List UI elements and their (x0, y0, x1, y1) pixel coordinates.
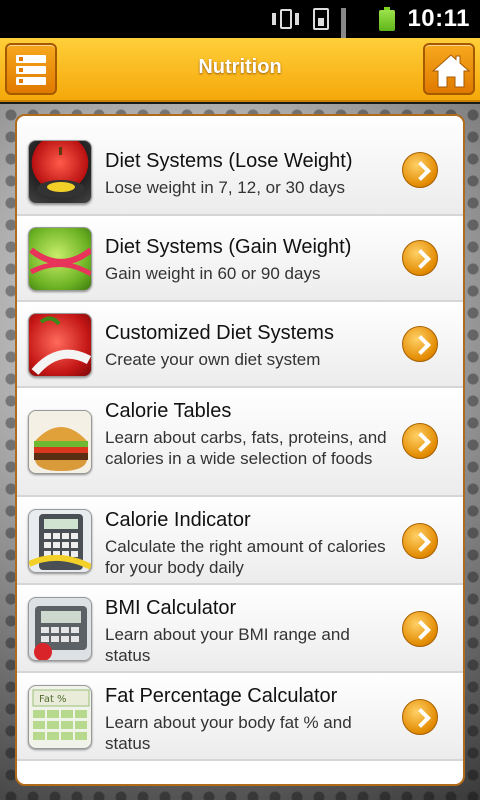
list-item-lose-weight[interactable]: Diet Systems (Lose Weight) Lose weight i… (17, 116, 463, 216)
item-title: Calorie Tables (105, 400, 232, 422)
chevron-right-icon[interactable] (402, 611, 438, 647)
chevron-right-icon[interactable] (402, 423, 438, 459)
item-title: Diet Systems (Gain Weight) (105, 236, 352, 258)
list-item-customized[interactable]: Customized Diet Systems Create your own … (17, 302, 463, 388)
item-title: BMI Calculator (105, 597, 237, 619)
battery-icon (379, 7, 396, 31)
item-subtitle: Learn about carbs, fats, proteins, and c… (105, 428, 387, 468)
apple-scale-icon (28, 140, 92, 204)
bmi-scale-icon (28, 597, 92, 661)
chevron-right-icon[interactable] (402, 152, 438, 188)
item-title: Customized Diet Systems (105, 322, 334, 344)
list-item-calorie-indicator[interactable]: Calorie Indicator Calculate the right am… (17, 497, 463, 585)
chevron-right-icon[interactable] (402, 240, 438, 276)
item-subtitle: Create your own diet system (105, 350, 321, 369)
menu-list: Diet Systems (Lose Weight) Lose weight i… (15, 114, 465, 786)
signal-icon (341, 8, 367, 62)
burger-icon (28, 410, 92, 474)
item-subtitle: Gain weight in 60 or 90 days (105, 264, 321, 283)
item-title: Fat Percentage Calculator (105, 685, 338, 707)
app-header: Nutrition (0, 38, 480, 102)
list-item-calorie-tables[interactable]: Calorie Tables Learn about carbs, fats, … (17, 388, 463, 497)
clock: 10:11 (407, 5, 470, 32)
fat-percent-icon: Fat % (28, 685, 92, 749)
item-subtitle: Learn about your BMI range and status (105, 625, 350, 665)
list-item-bmi-calculator[interactable]: BMI Calculator Learn about your BMI rang… (17, 585, 463, 673)
status-bar: 10:11 (0, 0, 480, 62)
chevron-right-icon[interactable] (402, 523, 438, 559)
item-subtitle: Learn about your body fat % and status (105, 713, 352, 753)
chevron-right-icon[interactable] (402, 699, 438, 735)
home-button[interactable] (423, 43, 475, 95)
apple-tape-icon (28, 227, 92, 291)
sim-icon (313, 8, 330, 30)
list-item-gain-weight[interactable]: Diet Systems (Gain Weight) Gain weight i… (17, 216, 463, 302)
calculator-icon (28, 509, 92, 573)
page-title: Nutrition (198, 56, 282, 78)
apple-measure-icon (28, 313, 92, 377)
item-title: Diet Systems (Lose Weight) (105, 150, 353, 172)
item-subtitle: Lose weight in 7, 12, or 30 days (105, 178, 346, 197)
list-item-fat-percentage[interactable]: Fat % Fat Percentage Calculator Learn ab… (17, 673, 463, 761)
home-icon (431, 54, 471, 88)
fat-percent-label: Fat % (39, 694, 67, 705)
item-title: Calorie Indicator (105, 509, 251, 531)
vibrate-icon (271, 8, 301, 30)
chevron-right-icon[interactable] (402, 326, 438, 362)
item-subtitle: Calculate the right amount of calories f… (105, 537, 386, 577)
